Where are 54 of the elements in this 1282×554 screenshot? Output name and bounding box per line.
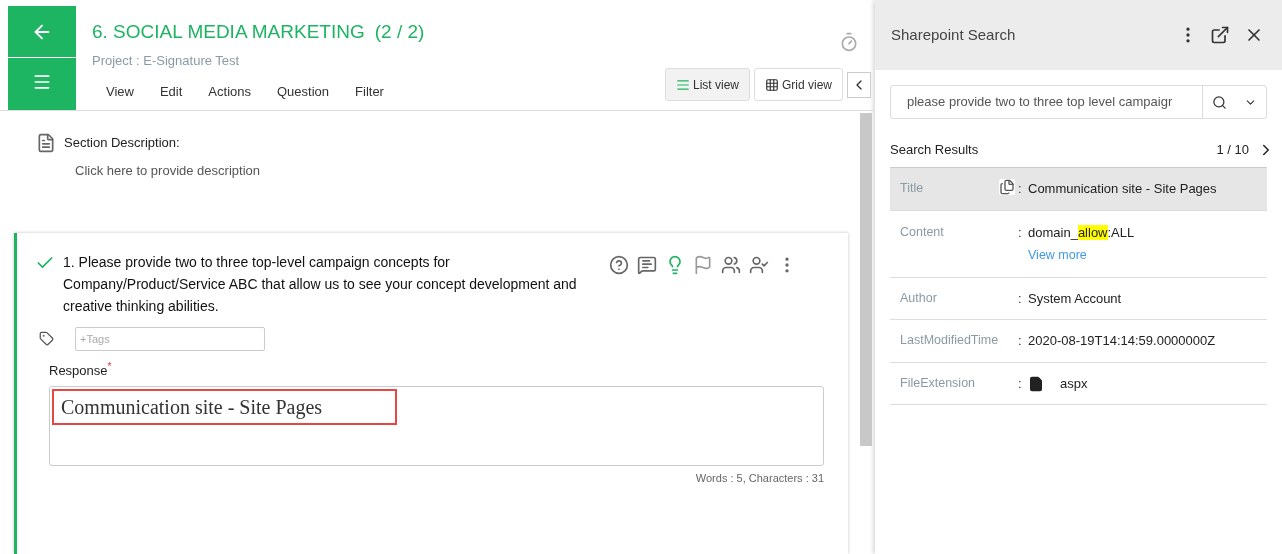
result-pager: 1 / 10 xyxy=(1216,141,1249,160)
menu-item[interactable]: Question xyxy=(277,82,330,102)
response-label: Response xyxy=(49,361,108,380)
question-text: 1. Please provide two to three top-level campaign concepts for Company/Product/Service ABC that allow us to see your concept development and creative thinking abilities. xyxy=(63,252,578,316)
search-icon[interactable] xyxy=(1211,94,1227,110)
tags-field[interactable]: +Tags xyxy=(75,326,265,351)
tag-icon xyxy=(39,331,54,346)
separator: : xyxy=(1018,332,1023,351)
field-value: aspx xyxy=(1060,374,1088,393)
separator: : xyxy=(1018,374,1023,393)
comment-icon[interactable] xyxy=(637,254,657,275)
field-label: FileExtension xyxy=(900,374,977,392)
menu-item[interactable]: Filter xyxy=(355,82,384,102)
search-query: please provide two to three top level campaigr xyxy=(906,93,1174,112)
list-icon xyxy=(675,77,690,92)
response-field[interactable]: Communication site - Site Pages xyxy=(49,386,824,466)
response-value: Communication site - Site Pages xyxy=(52,389,397,425)
field-label: Author xyxy=(900,289,938,307)
field-value: System Account xyxy=(1028,289,1122,308)
menu-item[interactable]: Actions xyxy=(208,82,251,102)
separator: : xyxy=(1018,289,1023,308)
menu-icon xyxy=(32,72,52,92)
view-tab[interactable]: Grid view xyxy=(754,68,843,101)
view-tab[interactable]: List view xyxy=(664,68,750,101)
document-icon xyxy=(999,179,1015,195)
separator: : xyxy=(1018,223,1023,242)
section-label: Section Description: xyxy=(64,134,180,153)
page-count: (2 / 2) xyxy=(374,20,425,44)
document-icon xyxy=(36,133,56,153)
word-count: Words : 5, Characters : 31 xyxy=(695,471,824,486)
user-check-icon[interactable] xyxy=(749,254,769,275)
field-label: LastModifiedTime xyxy=(900,332,996,350)
popout-icon[interactable] xyxy=(1210,25,1230,45)
menu-item[interactable]: View xyxy=(106,82,134,102)
menu-item[interactable]: Edit xyxy=(159,82,183,102)
field-value: 2020-08-19T14:14:59.0000000Z xyxy=(1028,332,1216,351)
field-label: Title xyxy=(900,180,925,197)
grid-icon xyxy=(765,77,779,92)
description-placeholder[interactable]: Click here to provide description xyxy=(75,161,860,181)
field-label: Content xyxy=(900,223,945,241)
results-label: Search Results xyxy=(890,141,980,160)
search-field[interactable]: please provide two to three top level campaigr xyxy=(890,85,1267,119)
page-title: 6. SOCIAL MEDIA MARKETING xyxy=(92,20,365,44)
flag-icon[interactable] xyxy=(693,254,713,275)
scrollbar[interactable] xyxy=(860,113,872,446)
project-name: Project : E-Signature Test xyxy=(92,51,241,70)
people-icon[interactable] xyxy=(721,254,741,275)
required-mark: * xyxy=(107,359,112,372)
collapse-button[interactable] xyxy=(847,71,871,98)
file-icon xyxy=(1028,375,1044,392)
panel-title: Sharepoint Search xyxy=(891,24,1017,45)
help-icon[interactable] xyxy=(609,254,629,275)
field-value: Communication site - Site Pages xyxy=(1028,180,1217,198)
separator: : xyxy=(1018,180,1023,198)
